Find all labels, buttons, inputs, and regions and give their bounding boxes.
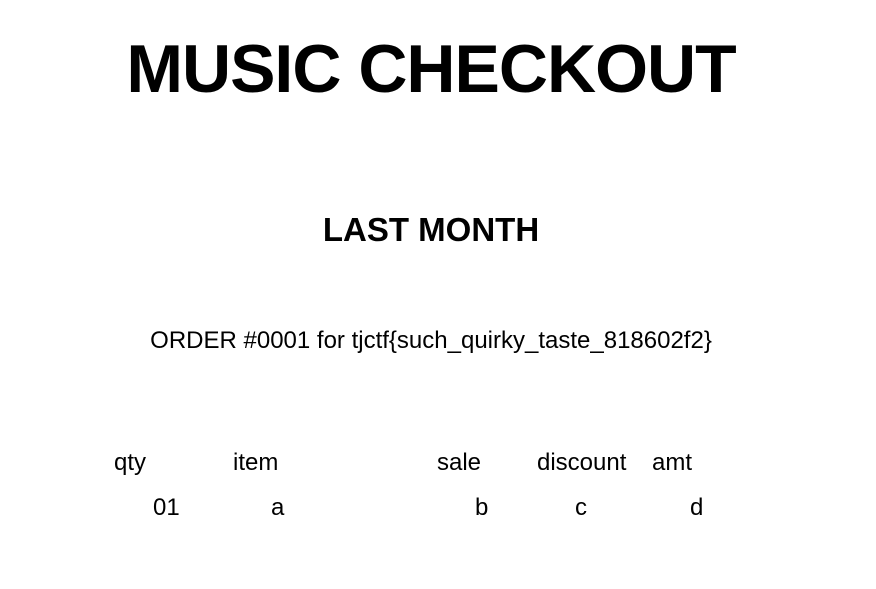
column-header-item: item (233, 449, 279, 476)
cell-item: a (271, 494, 285, 521)
column-header-amt: amt (652, 449, 693, 476)
cell-discount: c (575, 494, 587, 521)
page-title: MUSIC CHECKOUT (126, 31, 736, 107)
cell-sale: b (475, 494, 489, 521)
cell-qty: 01 (153, 494, 180, 521)
column-header-sale: sale (437, 449, 482, 476)
order-line: ORDER #0001 for tjctf{such_quirky_taste_… (150, 327, 712, 354)
cell-amt: d (690, 494, 704, 521)
column-header-qty: qty (114, 449, 147, 476)
column-header-discount: discount (537, 449, 627, 476)
period-heading: LAST MONTH (322, 211, 540, 248)
